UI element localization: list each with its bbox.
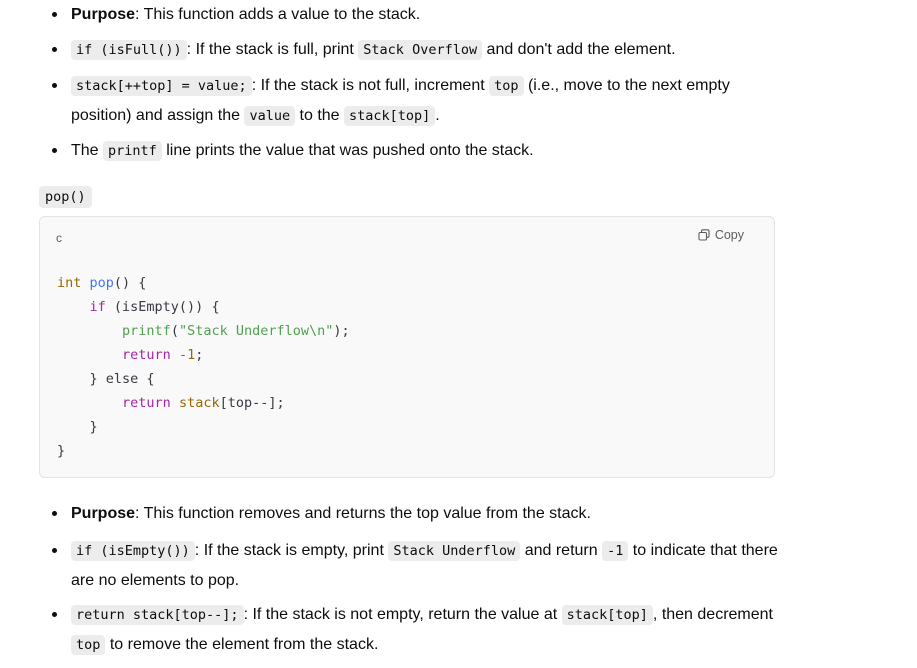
inline-code: stack[++top] = value; bbox=[71, 76, 252, 96]
inline-code: value bbox=[244, 106, 296, 126]
bold-label: Purpose bbox=[71, 6, 136, 23]
inline-code: printf bbox=[103, 141, 162, 161]
item-text: , then decrement bbox=[652, 606, 773, 623]
item-text: : If the stack is empty, print bbox=[194, 542, 389, 559]
inline-code: if (isFull()) bbox=[71, 40, 187, 60]
inline-code: Stack Overflow bbox=[358, 40, 483, 60]
list-item: if (isEmpty()): If the stack is empty, p… bbox=[52, 536, 791, 595]
item-text: . bbox=[435, 107, 440, 124]
code-content: int pop() { if (isEmpty()) { printf("Sta… bbox=[57, 275, 350, 459]
item-text: line prints the value that was pushed on… bbox=[161, 142, 534, 159]
inline-code: stack[top] bbox=[344, 106, 436, 126]
inline-code: top bbox=[71, 635, 106, 655]
bold-label: Purpose bbox=[71, 505, 136, 522]
item-text: and don't add the element. bbox=[482, 41, 676, 58]
item-text: to the bbox=[295, 107, 345, 124]
inline-code: if (isEmpty()) bbox=[71, 541, 195, 561]
list-item: The printf line prints the value that wa… bbox=[52, 136, 791, 166]
code-language-label: c bbox=[56, 231, 62, 245]
list-item: stack[++top] = value;: If the stack is n… bbox=[52, 71, 791, 131]
item-text: : If the stack is not full, increment bbox=[251, 77, 490, 94]
copy-button[interactable]: Copy bbox=[698, 228, 744, 242]
inline-code: top bbox=[489, 76, 524, 96]
item-text: : This function removes and returns the … bbox=[135, 505, 591, 522]
inline-code: return stack[top--]; bbox=[71, 605, 244, 625]
list-item: if (isFull()): If the stack is full, pri… bbox=[52, 35, 791, 65]
code-block: c Copy int pop() { if (isEmpty()) { prin… bbox=[39, 216, 775, 478]
list-item: return stack[top--];: If the stack is no… bbox=[52, 600, 791, 660]
item-text: : If the stack is full, print bbox=[186, 41, 359, 58]
list-item: Purpose: This function adds a value to t… bbox=[52, 0, 791, 29]
copy-label: Copy bbox=[714, 228, 744, 242]
list-item: Purpose: This function removes and retur… bbox=[52, 499, 791, 528]
item-text: The bbox=[71, 142, 104, 159]
copy-icon bbox=[698, 229, 710, 241]
item-text: and return bbox=[520, 542, 603, 559]
inline-code: Stack Underflow bbox=[388, 541, 521, 561]
inline-code: stack[top] bbox=[561, 605, 653, 625]
section-heading: pop() bbox=[39, 186, 92, 208]
inline-code: -1 bbox=[602, 541, 629, 561]
item-text: : This function adds a value to the stac… bbox=[135, 6, 421, 23]
item-text: : If the stack is not empty, return the … bbox=[243, 606, 562, 623]
item-text: to remove the element from the stack. bbox=[105, 636, 379, 653]
